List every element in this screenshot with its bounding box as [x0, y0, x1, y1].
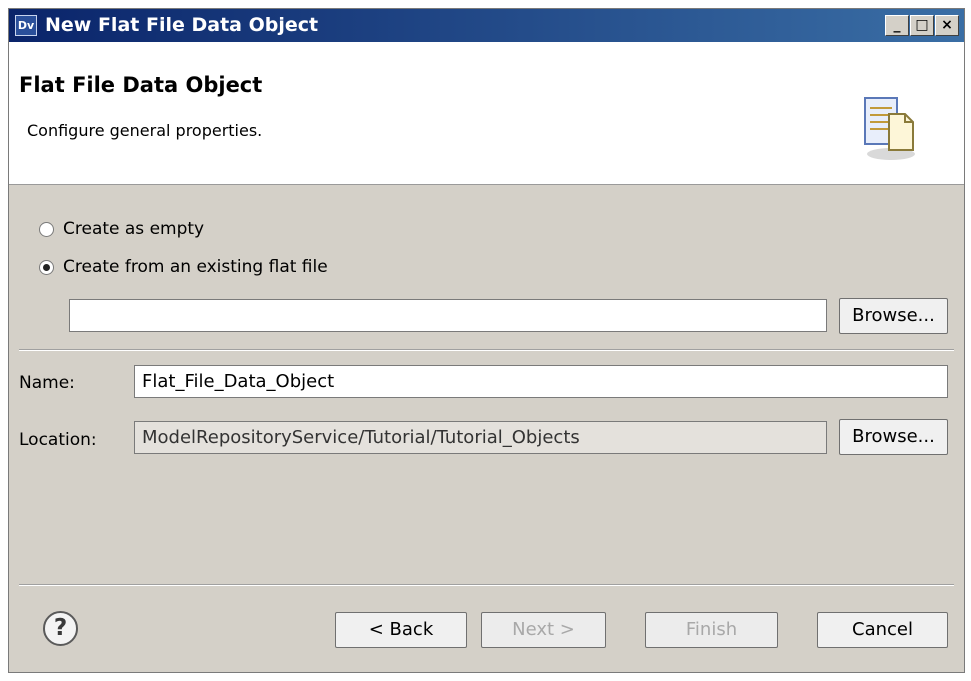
maximize-button[interactable]: □ — [910, 15, 934, 36]
page-title: Flat File Data Object — [19, 73, 263, 97]
minimize-button[interactable]: _ — [885, 15, 909, 36]
page-description: Configure general properties. — [27, 121, 263, 140]
window-title: New Flat File Data Object — [45, 14, 319, 36]
footer-divider — [19, 584, 954, 586]
app-icon: Dv — [15, 15, 37, 36]
name-label: Name: — [19, 373, 75, 393]
close-button[interactable]: × — [935, 15, 959, 36]
radio-button-empty[interactable] — [39, 222, 54, 237]
name-input[interactable]: Flat_File_Data_Object — [134, 365, 948, 398]
browse-file-button[interactable]: Browse... — [839, 298, 948, 334]
radio-label-from-file: Create from an existing flat file — [63, 257, 328, 277]
location-label: Location: — [19, 430, 97, 450]
radio-label-empty: Create as empty — [63, 219, 205, 239]
next-button[interactable]: Next > — [481, 612, 606, 648]
help-icon[interactable]: ? — [43, 611, 78, 646]
wizard-header: Flat File Data Object Configure general … — [9, 42, 964, 185]
flat-file-wizard-icon — [864, 97, 915, 160]
radio-button-from-file[interactable] — [39, 260, 54, 275]
section-divider — [19, 349, 954, 351]
back-button[interactable]: < Back — [335, 612, 467, 648]
browse-location-button[interactable]: Browse... — [839, 419, 948, 455]
title-bar[interactable]: Dv New Flat File Data Object _ □ × — [9, 9, 964, 42]
wizard-dialog: Dv New Flat File Data Object _ □ × Flat … — [8, 8, 965, 673]
flat-file-path-input[interactable] — [69, 299, 827, 332]
cancel-button[interactable]: Cancel — [817, 612, 948, 648]
finish-button[interactable]: Finish — [645, 612, 778, 648]
location-input: ModelRepositoryService/Tutorial/Tutorial… — [134, 421, 827, 454]
